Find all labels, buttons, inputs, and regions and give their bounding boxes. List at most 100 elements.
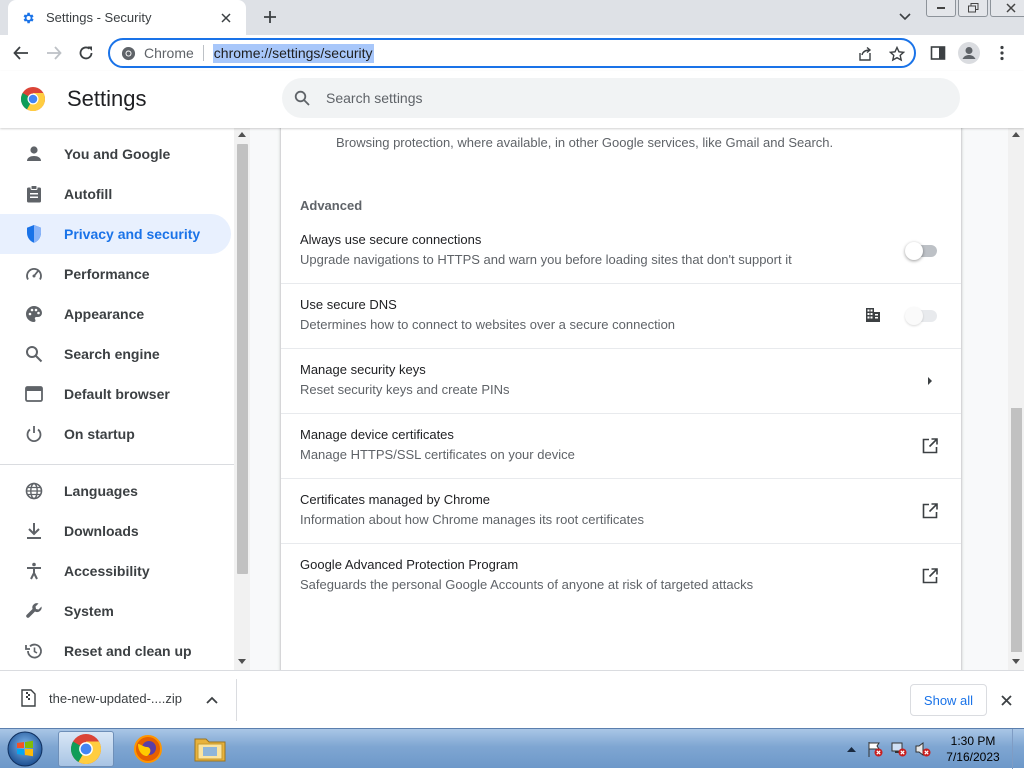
- row-subtitle: Reset security keys and create PINs: [300, 382, 510, 397]
- search-settings-input[interactable]: Search settings: [282, 78, 960, 118]
- scroll-down-arrow-icon[interactable]: [238, 659, 246, 664]
- volume-muted-icon[interactable]: [914, 740, 932, 758]
- address-bar[interactable]: Chrome chrome://settings/security: [108, 38, 916, 68]
- power-icon: [24, 424, 44, 444]
- sidebar-item-label: You and Google: [64, 146, 171, 162]
- taskbar-firefox[interactable]: [120, 731, 176, 767]
- side-panel-icon[interactable]: [926, 41, 950, 65]
- person-icon: [24, 144, 44, 164]
- scrollbar-thumb[interactable]: [1011, 408, 1022, 652]
- scroll-down-arrow-icon[interactable]: [1012, 659, 1020, 664]
- sidebar-item-on-startup[interactable]: On startup: [0, 414, 231, 454]
- browser-toolbar: Chrome chrome://settings/security: [0, 35, 1024, 71]
- external-link-icon[interactable]: [919, 435, 941, 457]
- action-center-flag-icon[interactable]: [866, 740, 884, 758]
- sidebar-item-label: On startup: [64, 426, 135, 442]
- row-divider: [281, 413, 961, 414]
- sidebar-scrollbar[interactable]: [234, 128, 250, 670]
- firefox-icon: [134, 735, 162, 763]
- clock-time: 1:30 PM: [950, 734, 996, 748]
- row-subtitle: Manage HTTPS/SSL certificates on your de…: [300, 447, 575, 462]
- network-icon[interactable]: [890, 740, 908, 758]
- restore-button[interactable]: [958, 0, 988, 17]
- taskbar-clock[interactable]: 1:30 PM 7/16/2023: [940, 733, 1006, 765]
- sidebar-item-appearance[interactable]: Appearance: [0, 294, 231, 334]
- sidebar-item-accessibility[interactable]: Accessibility: [0, 551, 231, 591]
- arrow-right-icon[interactable]: [919, 370, 941, 392]
- start-button[interactable]: [4, 730, 46, 768]
- download-item[interactable]: the-new-updated-....zip: [18, 688, 182, 708]
- secure-connections-toggle[interactable]: [905, 242, 939, 260]
- share-icon[interactable]: [854, 43, 876, 65]
- close-tab-icon[interactable]: [216, 8, 236, 28]
- sidebar-item-performance[interactable]: Performance: [0, 254, 231, 294]
- sidebar-item-search-engine[interactable]: Search engine: [0, 334, 231, 374]
- clock-date: 7/16/2023: [946, 750, 1000, 764]
- sidebar-item-you-and-google[interactable]: You and Google: [0, 134, 231, 174]
- sidebar-item-autofill[interactable]: Autofill: [0, 174, 231, 214]
- row-use-secure-dns[interactable]: Use secure DNS Determines how to connect…: [281, 283, 961, 348]
- row-manage-security-keys[interactable]: Manage security keys Reset security keys…: [281, 348, 961, 413]
- external-link-icon[interactable]: [919, 500, 941, 522]
- wrench-icon: [24, 601, 44, 621]
- reload-icon[interactable]: [74, 41, 98, 65]
- show-hidden-icons-icon[interactable]: [842, 740, 860, 758]
- tab-strip: Settings - Security: [0, 0, 1024, 35]
- new-tab-button[interactable]: [258, 5, 282, 29]
- taskbar-chrome[interactable]: [58, 731, 114, 767]
- settings-header: Settings Search settings: [0, 71, 1024, 128]
- globe-icon: [24, 481, 44, 501]
- speedometer-icon: [24, 264, 44, 284]
- close-window-button[interactable]: [990, 0, 1024, 17]
- row-subtitle: Information about how Chrome manages its…: [300, 512, 644, 527]
- more-menu-icon[interactable]: [990, 41, 1014, 65]
- row-divider: [281, 543, 961, 544]
- sidebar-item-languages[interactable]: Languages: [0, 471, 231, 511]
- sidebar-item-system[interactable]: System: [0, 591, 231, 631]
- sidebar-item-label: Languages: [64, 483, 138, 499]
- tab-settings-security[interactable]: Settings - Security: [8, 0, 246, 35]
- row-divider: [281, 478, 961, 479]
- sidebar-item-label: Search engine: [64, 346, 160, 362]
- sidebar-item-label: Default browser: [64, 386, 170, 402]
- section-heading-advanced: Advanced: [300, 198, 363, 213]
- row-always-use-secure-connections[interactable]: Always use secure connections Upgrade na…: [281, 218, 961, 283]
- main-scrollbar[interactable]: [1008, 128, 1024, 670]
- row-manage-device-certificates[interactable]: Manage device certificates Manage HTTPS/…: [281, 413, 961, 478]
- row-google-advanced-protection-program[interactable]: Google Advanced Protection Program Safeg…: [281, 543, 961, 608]
- show-desktop-button[interactable]: [1012, 729, 1024, 769]
- forward-arrow-icon[interactable]: [42, 41, 66, 65]
- sidebar-item-label: Reset and clean up: [64, 643, 192, 659]
- scroll-up-arrow-icon[interactable]: [1012, 132, 1020, 137]
- chevron-up-icon[interactable]: [202, 690, 222, 710]
- scroll-up-arrow-icon[interactable]: [238, 132, 246, 137]
- bookmark-star-icon[interactable]: [886, 43, 908, 65]
- download-file-name: the-new-updated-....zip: [49, 690, 182, 706]
- sidebar-item-downloads[interactable]: Downloads: [0, 511, 231, 551]
- external-link-icon[interactable]: [919, 565, 941, 587]
- show-all-button[interactable]: Show all: [910, 684, 987, 716]
- sidebar-item-label: Performance: [64, 266, 150, 282]
- back-arrow-icon[interactable]: [9, 41, 33, 65]
- tab-search-chevron-icon[interactable]: [894, 6, 916, 28]
- sidebar-item-label: Privacy and security: [64, 226, 201, 242]
- sidebar-divider: [0, 464, 234, 465]
- sidebar-item-reset-and-clean-up[interactable]: Reset and clean up: [0, 631, 231, 670]
- profile-avatar-icon[interactable]: [957, 41, 981, 65]
- enterprise-icon[interactable]: [863, 305, 883, 325]
- row-title: Google Advanced Protection Program: [300, 557, 519, 572]
- row-subtitle: Determines how to connect to websites ov…: [300, 317, 676, 332]
- close-download-bar-icon[interactable]: [996, 690, 1016, 710]
- page-title: Settings: [67, 86, 147, 111]
- taskbar-file-explorer[interactable]: [182, 731, 238, 767]
- zip-file-icon: [18, 688, 38, 708]
- url-text[interactable]: chrome://settings/security: [212, 43, 374, 63]
- sidebar-item-privacy-and-security[interactable]: Privacy and security: [0, 214, 231, 254]
- sidebar-item-default-browser[interactable]: Default browser: [0, 374, 231, 414]
- minimize-button[interactable]: [926, 0, 956, 17]
- row-certificates-managed-by-chrome[interactable]: Certificates managed by Chrome Informati…: [281, 478, 961, 543]
- scrollbar-thumb[interactable]: [237, 144, 248, 574]
- search-placeholder: Search settings: [326, 90, 423, 106]
- clipboard-icon: [24, 184, 44, 204]
- secure-dns-toggle[interactable]: [905, 307, 939, 325]
